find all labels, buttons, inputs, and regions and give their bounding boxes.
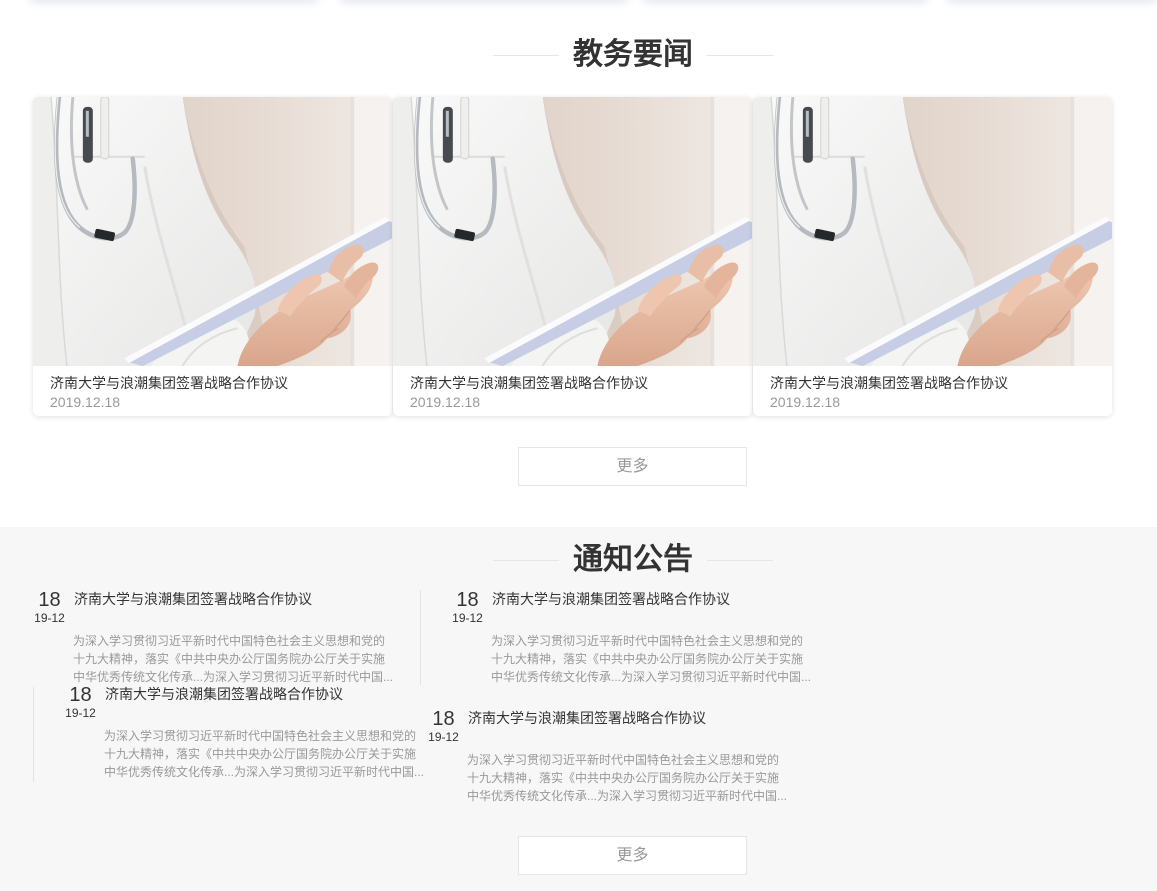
heading-rule-right <box>707 559 773 561</box>
notice-summary: 为深入学习贯彻习近平新时代中国特色社会主义思想和党的 十九大精神，落实《中共中央… <box>467 751 787 805</box>
news-card-image <box>393 97 752 366</box>
news-section-title: 教务要闻 <box>573 38 693 71</box>
notice-month: 19-12 <box>34 611 65 625</box>
page: 教务要闻 济南大学与浪潮集团签署战略合作协议 2019.12.18 济南大学与浪… <box>0 0 1157 891</box>
notices-more-button[interactable]: 更多 <box>518 836 747 875</box>
notice-title[interactable]: 济南大学与浪潮集团签署战略合作协议 <box>74 589 312 609</box>
notice-date: 18 19-12 <box>33 589 66 625</box>
notice-item[interactable]: 18 19-12 济南大学与浪潮集团签署战略合作协议 为深入学习贯彻习近平新时代… <box>64 684 444 780</box>
notice-date: 18 19-12 <box>64 684 97 720</box>
notice-summary-line: 为深入学习贯彻习近平新时代中国特色社会主义思想和党的 <box>467 753 780 767</box>
notice-summary-line: 为深入学习贯彻习近平新时代中国特色社会主义思想和党的 <box>104 729 417 743</box>
notice-day: 18 <box>432 708 455 730</box>
notice-item[interactable]: 18 19-12 济南大学与浪潮集团签署战略合作协议 为深入学习贯彻习近平新时代… <box>33 589 413 685</box>
notice-summary-line: 为深入学习贯彻习近平新时代中国特色社会主义思想和党的 <box>491 634 804 648</box>
notice-summary: 为深入学习贯彻习近平新时代中国特色社会主义思想和党的 十九大精神，落实《中共中央… <box>73 632 393 686</box>
notice-day: 18 <box>38 589 61 611</box>
notice-summary-line: 十九大精神，落实《中共中央办公厅国务院办公厅关于实施 <box>467 771 780 785</box>
notice-date: 18 19-12 <box>451 589 484 625</box>
notice-summary-line: 中华优秀传统文化传承...为深入学习贯彻习近平新时代中国... <box>467 789 788 803</box>
notice-title[interactable]: 济南大学与浪潮集团签署战略合作协议 <box>492 589 730 609</box>
heading-rule-right <box>707 54 773 56</box>
notice-summary-line: 十九大精神，落实《中共中央办公厅国务院办公厅关于实施 <box>491 652 804 666</box>
news-more-button[interactable]: 更多 <box>518 447 747 486</box>
notice-date: 18 19-12 <box>427 708 460 744</box>
news-card-date: 2019.12.18 <box>50 394 121 410</box>
news-card-title[interactable]: 济南大学与浪潮集团签署战略合作协议 <box>770 373 1008 393</box>
notice-title[interactable]: 济南大学与浪潮集团签署战略合作协议 <box>468 708 706 728</box>
notices-section-heading: 通知公告 <box>493 540 773 580</box>
notice-summary-line: 中华优秀传统文化传承...为深入学习贯彻习近平新时代中国... <box>104 765 425 779</box>
notice-summary: 为深入学习贯彻习近平新时代中国特色社会主义思想和党的 十九大精神，落实《中共中央… <box>104 727 424 781</box>
notice-day: 18 <box>69 684 92 706</box>
news-card-title[interactable]: 济南大学与浪潮集团签署战略合作协议 <box>50 373 288 393</box>
notice-divider <box>420 590 421 685</box>
news-card[interactable]: 济南大学与浪潮集团签署战略合作协议 2019.12.18 <box>33 97 392 416</box>
news-card-image <box>33 97 392 366</box>
notice-day: 18 <box>456 589 479 611</box>
notice-summary-line: 十九大精神，落实《中共中央办公厅国务院办公厅关于实施 <box>73 652 386 666</box>
notice-item[interactable]: 18 19-12 济南大学与浪潮集团签署战略合作协议 为深入学习贯彻习近平新时代… <box>451 589 831 685</box>
news-card-date: 2019.12.18 <box>770 394 841 410</box>
notice-month: 19-12 <box>428 730 459 744</box>
notice-summary-line: 十九大精神，落实《中共中央办公厅国务院办公厅关于实施 <box>104 747 417 761</box>
news-card[interactable]: 济南大学与浪潮集团签署战略合作协议 2019.12.18 <box>753 97 1112 416</box>
news-section-heading: 教务要闻 <box>493 35 773 75</box>
heading-rule-left <box>493 559 559 561</box>
notice-divider <box>33 687 34 782</box>
news-card[interactable]: 济南大学与浪潮集团签署战略合作协议 2019.12.18 <box>393 97 752 416</box>
notice-summary-line: 为深入学习贯彻习近平新时代中国特色社会主义思想和党的 <box>73 634 386 648</box>
notice-month: 19-12 <box>65 706 96 720</box>
notice-summary: 为深入学习贯彻习近平新时代中国特色社会主义思想和党的 十九大精神，落实《中共中央… <box>491 632 811 686</box>
notice-month: 19-12 <box>452 611 483 625</box>
notice-item[interactable]: 18 19-12 济南大学与浪潮集团签署战略合作协议 为深入学习贯彻习近平新时代… <box>427 708 807 804</box>
notice-summary-line: 中华优秀传统文化传承...为深入学习贯彻习近平新时代中国... <box>491 670 812 684</box>
notice-title[interactable]: 济南大学与浪潮集团签署战略合作协议 <box>105 684 343 704</box>
news-card-date: 2019.12.18 <box>410 394 481 410</box>
heading-rule-left <box>493 54 559 56</box>
news-card-title[interactable]: 济南大学与浪潮集团签署战略合作协议 <box>410 373 648 393</box>
notices-section-title: 通知公告 <box>573 543 693 576</box>
news-card-image <box>753 97 1112 366</box>
